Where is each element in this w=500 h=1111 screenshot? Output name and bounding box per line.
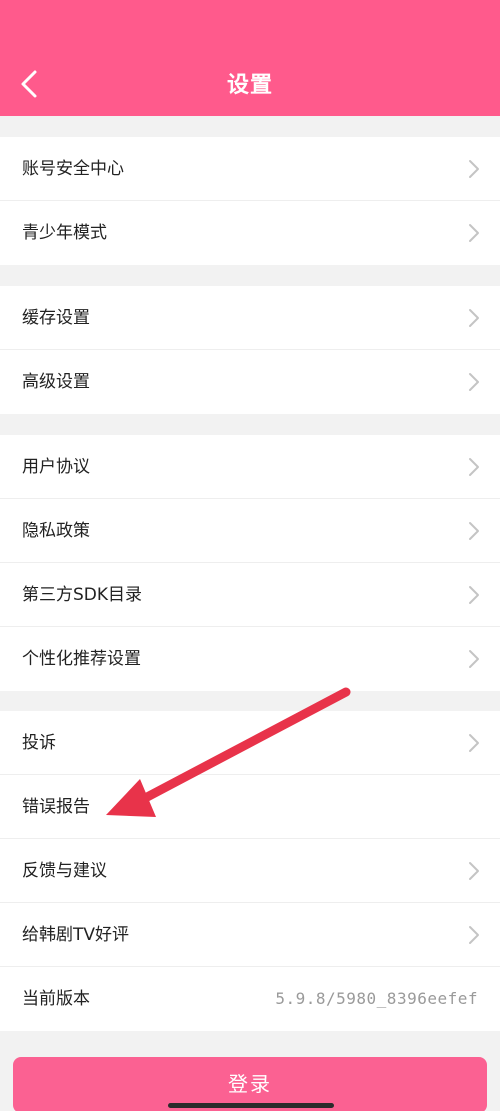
settings-item-label: 高级设置: [22, 372, 90, 392]
settings-item-complaint[interactable]: 投诉: [0, 711, 500, 775]
settings-item-teen-mode[interactable]: 青少年模式: [0, 201, 500, 265]
settings-item-label: 隐私政策: [22, 521, 90, 541]
settings-item-label: 账号安全中心: [22, 159, 124, 179]
page-title: 设置: [226, 73, 273, 98]
chevron-right-icon: [469, 586, 479, 604]
settings-item-account-security[interactable]: 账号安全中心: [0, 137, 500, 201]
settings-item-label: 错误报告: [22, 797, 90, 817]
settings-item-rate-app[interactable]: 给韩剧TV好评: [0, 903, 500, 967]
chevron-right-icon: [469, 160, 479, 178]
chevron-right-icon: [469, 224, 479, 242]
settings-item-privacy-policy[interactable]: 隐私政策: [0, 499, 500, 563]
settings-item-label: 当前版本: [22, 989, 90, 1009]
settings-item-current-version: 当前版本 5.9.8/5980_8396eefef: [0, 967, 500, 1031]
header-bar: 设置: [0, 0, 500, 116]
settings-group-account: 账号安全中心 青少年模式: [0, 137, 500, 265]
settings-item-label: 用户协议: [22, 457, 90, 477]
settings-item-cache[interactable]: 缓存设置: [0, 286, 500, 350]
chevron-right-icon: [469, 373, 479, 391]
settings-item-advanced[interactable]: 高级设置: [0, 350, 500, 414]
settings-item-label: 投诉: [22, 733, 56, 753]
settings-item-label: 第三方SDK目录: [22, 585, 143, 605]
settings-item-label: 个性化推荐设置: [22, 649, 141, 669]
settings-item-feedback[interactable]: 反馈与建议: [0, 839, 500, 903]
settings-group-storage: 缓存设置 高级设置: [0, 286, 500, 414]
settings-item-label: 缓存设置: [22, 308, 90, 328]
settings-item-error-report[interactable]: 错误报告: [0, 775, 500, 839]
chevron-right-icon: [469, 862, 479, 880]
version-value: 5.9.8/5980_8396eefef: [275, 989, 478, 1008]
settings-item-label: 给韩剧TV好评: [22, 925, 130, 945]
chevron-right-icon: [469, 926, 479, 944]
home-indicator: [168, 1103, 334, 1108]
settings-item-label: 反馈与建议: [22, 861, 107, 881]
chevron-right-icon: [469, 522, 479, 540]
chevron-right-icon: [469, 458, 479, 476]
settings-item-label: 青少年模式: [22, 223, 107, 243]
settings-group-legal: 用户协议 隐私政策 第三方SDK目录 个性化推荐设置: [0, 435, 500, 691]
settings-screen: 设置 账号安全中心 青少年模式 缓存设置 高级设置 用户协议 隐私政策 第三方S…: [0, 0, 500, 1111]
settings-group-support: 投诉 错误报告 反馈与建议 给韩剧TV好评 当前版本 5.9.8/5980_83…: [0, 711, 500, 1031]
settings-item-sdk-list[interactable]: 第三方SDK目录: [0, 563, 500, 627]
chevron-right-icon: [469, 650, 479, 668]
chevron-right-icon: [469, 309, 479, 327]
settings-item-personalized-recommendation[interactable]: 个性化推荐设置: [0, 627, 500, 691]
settings-item-user-agreement[interactable]: 用户协议: [0, 435, 500, 499]
chevron-right-icon: [469, 734, 479, 752]
